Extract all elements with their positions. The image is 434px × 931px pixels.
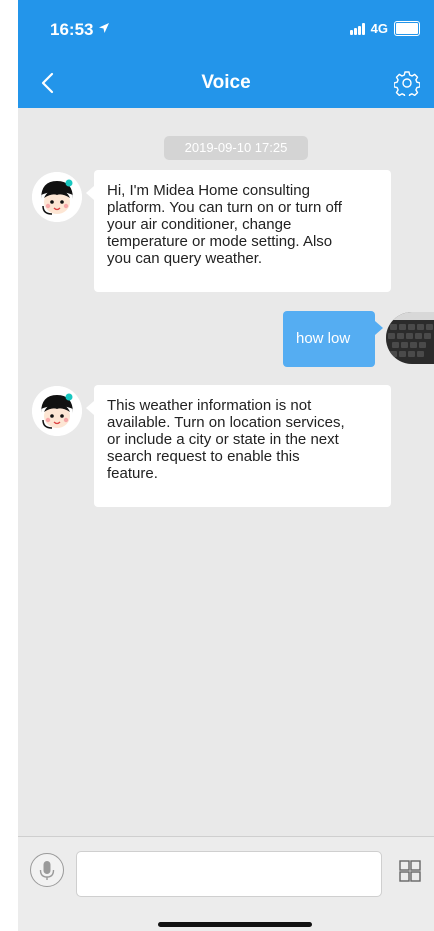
page-title: Voice [201, 72, 251, 93]
signal-icon [349, 22, 365, 35]
message-line: how low [296, 330, 351, 347]
message-line: search request to enable this [107, 448, 300, 465]
network-label: 4G [370, 21, 388, 36]
message-line: available. Turn on location services, [107, 414, 345, 431]
user-avatar[interactable] [386, 312, 434, 364]
input-bar [18, 837, 434, 931]
message-line: Hi, I'm Midea Home consulting [107, 182, 310, 199]
location-arrow-icon [99, 23, 109, 33]
message-line: platform. You can turn on or turn off [107, 199, 342, 216]
bot-avatar[interactable] [32, 386, 82, 436]
message-line: your air conditioner, change [107, 216, 292, 233]
microphone-button[interactable] [30, 853, 64, 887]
bot-message-bubble: This weather information is not availabl… [86, 385, 391, 507]
keyboard-photo-icon [386, 312, 434, 364]
battery-icon [394, 21, 420, 36]
status-bar: 16:53 4G [18, 0, 434, 58]
voice-chat-screen: 16:53 4G Voice 2019-09-10 17:25 Hi, I'm … [18, 0, 434, 931]
chat-timestamp: 2019-09-10 17:25 [164, 136, 308, 160]
message-line: or include a city or state in the next [107, 431, 339, 448]
message-line: temperature or mode setting. Also [107, 233, 333, 250]
home-indicator[interactable] [158, 922, 312, 927]
message-line: This weather information is not [107, 397, 312, 414]
status-indicators: 4G [349, 21, 420, 36]
microphone-icon [39, 861, 55, 880]
bot-face-icon [32, 386, 82, 436]
grid-icon[interactable] [398, 859, 422, 883]
nav-bar: Voice [18, 58, 434, 108]
bot-face-icon [32, 172, 82, 222]
gear-icon[interactable] [394, 70, 420, 96]
status-time: 16:53 [50, 20, 94, 39]
user-message-bubble: how low [283, 311, 383, 367]
message-line: you can query weather. [107, 250, 263, 267]
bot-avatar[interactable] [32, 172, 82, 222]
message-line: feature. [107, 465, 158, 482]
bot-message-bubble: Hi, I'm Midea Home consulting platform. … [86, 170, 391, 292]
message-input[interactable] [76, 851, 382, 897]
